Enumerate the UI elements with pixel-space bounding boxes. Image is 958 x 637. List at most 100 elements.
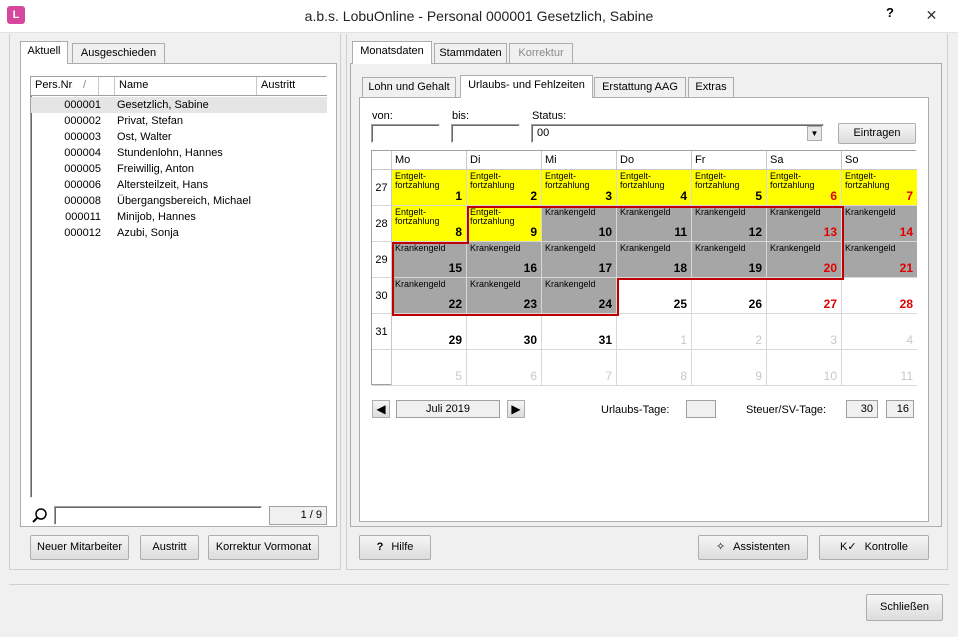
continued-pay-label: Entgelt-fortzahlung	[395, 172, 440, 190]
correction-previous-month-button[interactable]: Korrektur Vormonat	[208, 535, 319, 560]
tab-erstattung-aag[interactable]: Erstattung AAG	[594, 77, 686, 98]
row-persnr: 000001	[64, 99, 101, 111]
close-button[interactable]: Schließen	[866, 594, 943, 621]
calendar-day-cell[interactable]: Krankengeld 23	[467, 278, 542, 314]
calendar-day-cell[interactable]: Krankengeld 11	[617, 206, 692, 242]
calendar-day-cell[interactable]: 5	[392, 350, 467, 386]
calendar-day-cell[interactable]: Krankengeld 10	[542, 206, 617, 242]
week-number: 30	[372, 278, 392, 314]
calendar-day-cell[interactable]: 1	[617, 314, 692, 350]
status-select[interactable]: 00 ▼	[531, 124, 824, 143]
calendar-day-cell[interactable]: Krankengeld 15	[392, 242, 467, 278]
tab-aktuell[interactable]: Aktuell	[20, 41, 68, 64]
calendar-day-cell[interactable]: Krankengeld 14	[842, 206, 917, 242]
calendar-day-cell[interactable]: Krankengeld 18	[617, 242, 692, 278]
calendar-day-cell[interactable]: Entgelt-fortzahlung 8	[392, 206, 467, 242]
table-row[interactable]: 000008 Übergangsbereich, Michael	[31, 193, 327, 209]
calendar-day-cell[interactable]: 31	[542, 314, 617, 350]
calendar-day-cell[interactable]: Entgelt-fortzahlung 2	[467, 170, 542, 206]
from-date-input[interactable]	[371, 124, 440, 143]
calendar-day-cell[interactable]: 3	[767, 314, 842, 350]
absence-calendar[interactable]: Mo Di Mi Do Fr Sa So 27 28 29 30 31 Entgelt-fortzahl…	[371, 150, 917, 386]
day-number: 8	[455, 225, 462, 239]
calendar-day-cell[interactable]: Krankengeld 19	[692, 242, 767, 278]
calendar-day-cell[interactable]: 8	[617, 350, 692, 386]
calendar-day-cell[interactable]: Entgelt-fortzahlung 3	[542, 170, 617, 206]
table-row[interactable]: 000006 Altersteilzeit, Hans	[31, 177, 327, 193]
tab-korrektur: Korrektur	[509, 43, 573, 64]
help-icon[interactable]: ?	[886, 5, 894, 20]
employee-list[interactable]: Pers.Nr / Name Austritt 000001 Gesetzlich,…	[30, 76, 327, 498]
calendar-day-cell[interactable]: Entgelt-fortzahlung 6	[767, 170, 842, 206]
close-window-button[interactable]: ✕	[909, 1, 954, 29]
calendar-day-cell[interactable]: 9	[692, 350, 767, 386]
day-number: 25	[673, 297, 687, 311]
day-number: 6	[830, 189, 837, 203]
control-button[interactable]: K✓ Kontrolle	[819, 535, 929, 560]
next-month-button[interactable]: ▶	[507, 400, 525, 418]
calendar-day-cell[interactable]: Entgelt-fortzahlung 5	[692, 170, 767, 206]
assistant-button[interactable]: ✧ Assistenten	[698, 535, 808, 560]
calendar-day-cell[interactable]: 27	[767, 278, 842, 314]
day-number: 10	[598, 225, 612, 239]
calendar-day-cell[interactable]: Krankengeld 24	[542, 278, 617, 314]
calendar-day-cell[interactable]: 29	[392, 314, 467, 350]
tab-urlaubs-fehlzeiten[interactable]: Urlaubs- und Fehlzeiten	[460, 75, 593, 98]
calendar-day-cell[interactable]: Krankengeld 12	[692, 206, 767, 242]
calendar-day-cell[interactable]: 11	[842, 350, 917, 386]
calendar-day-cell[interactable]: Entgelt-fortzahlung 1	[392, 170, 467, 206]
calendar-day-cell[interactable]: 28	[842, 278, 917, 314]
calendar-day-cell[interactable]: 30	[467, 314, 542, 350]
calendar-day-cell[interactable]: 10	[767, 350, 842, 386]
calendar-day-cell[interactable]: Entgelt-fortzahlung 4	[617, 170, 692, 206]
col-header-austritt[interactable]: Austritt	[257, 77, 327, 95]
sick-pay-label: Krankengeld	[395, 279, 446, 289]
sick-pay-label: Krankengeld	[620, 243, 671, 253]
calendar-day-cell[interactable]: Krankengeld 21	[842, 242, 917, 278]
sick-pay-label: Krankengeld	[470, 279, 521, 289]
table-row[interactable]: 000004 Stundenlohn, Hannes	[31, 145, 327, 161]
calendar-day-cell[interactable]: Krankengeld 13	[767, 206, 842, 242]
exit-button[interactable]: Austritt	[140, 535, 199, 560]
help-button[interactable]: ? Hilfe	[359, 535, 431, 560]
week-number: 28	[372, 206, 392, 242]
table-row[interactable]: 000005 Freiwillig, Anton	[31, 161, 327, 177]
calendar-day-cell[interactable]: 25	[617, 278, 692, 314]
col-header-persnr[interactable]: Pers.Nr /	[31, 77, 99, 95]
day-number: 2	[530, 189, 537, 203]
day-number: 18	[673, 261, 687, 275]
enter-button[interactable]: Eintragen	[838, 123, 916, 144]
window-title: a.b.s. LobuOnline - Personal 000001 Gese…	[304, 8, 654, 24]
chevron-down-icon[interactable]: ▼	[807, 126, 822, 141]
table-row[interactable]: 000001 Gesetzlich, Sabine	[31, 97, 327, 113]
calendar-day-cell[interactable]: Krankengeld 22	[392, 278, 467, 314]
to-date-input[interactable]	[451, 124, 520, 143]
previous-month-button[interactable]: ◀	[372, 400, 390, 418]
calendar-day-cell[interactable]: 26	[692, 278, 767, 314]
calendar-day-cell[interactable]: Krankengeld 20	[767, 242, 842, 278]
calendar-day-cell[interactable]: Entgelt-fortzahlung 9	[467, 206, 542, 242]
calendar-day-cell[interactable]: Krankengeld 16	[467, 242, 542, 278]
table-row[interactable]: 000003 Ost, Walter	[31, 129, 327, 145]
tab-ausgeschieden[interactable]: Ausgeschieden	[72, 43, 165, 64]
day-number: 17	[598, 261, 612, 275]
calendar-day-cell[interactable]: Krankengeld 17	[542, 242, 617, 278]
tab-lohn-und-gehalt[interactable]: Lohn und Gehalt	[362, 77, 456, 98]
day-number: 22	[448, 297, 462, 311]
calendar-day-cell[interactable]: 2	[692, 314, 767, 350]
search-icon[interactable]	[31, 507, 49, 525]
calendar-day-cell[interactable]: 4	[842, 314, 917, 350]
calendar-day-cell[interactable]: 7	[542, 350, 617, 386]
col-header-name[interactable]: Name	[115, 77, 257, 95]
tab-monatsdaten[interactable]: Monatsdaten	[352, 41, 432, 64]
calendar-day-cell[interactable]: Entgelt-fortzahlung 7	[842, 170, 917, 206]
tab-extras[interactable]: Extras	[688, 77, 734, 98]
tab-stammdaten[interactable]: Stammdaten	[434, 43, 507, 64]
table-row[interactable]: 000012 Azubi, Sonja	[31, 225, 327, 241]
calendar-day-cell[interactable]: 6	[467, 350, 542, 386]
table-row[interactable]: 000011 Minijob, Hannes	[31, 209, 327, 225]
table-row[interactable]: 000002 Privat, Stefan	[31, 113, 327, 129]
search-input[interactable]	[54, 506, 262, 525]
new-employee-button[interactable]: Neuer Mitarbeiter	[30, 535, 129, 560]
sick-pay-label: Krankengeld	[545, 279, 596, 289]
